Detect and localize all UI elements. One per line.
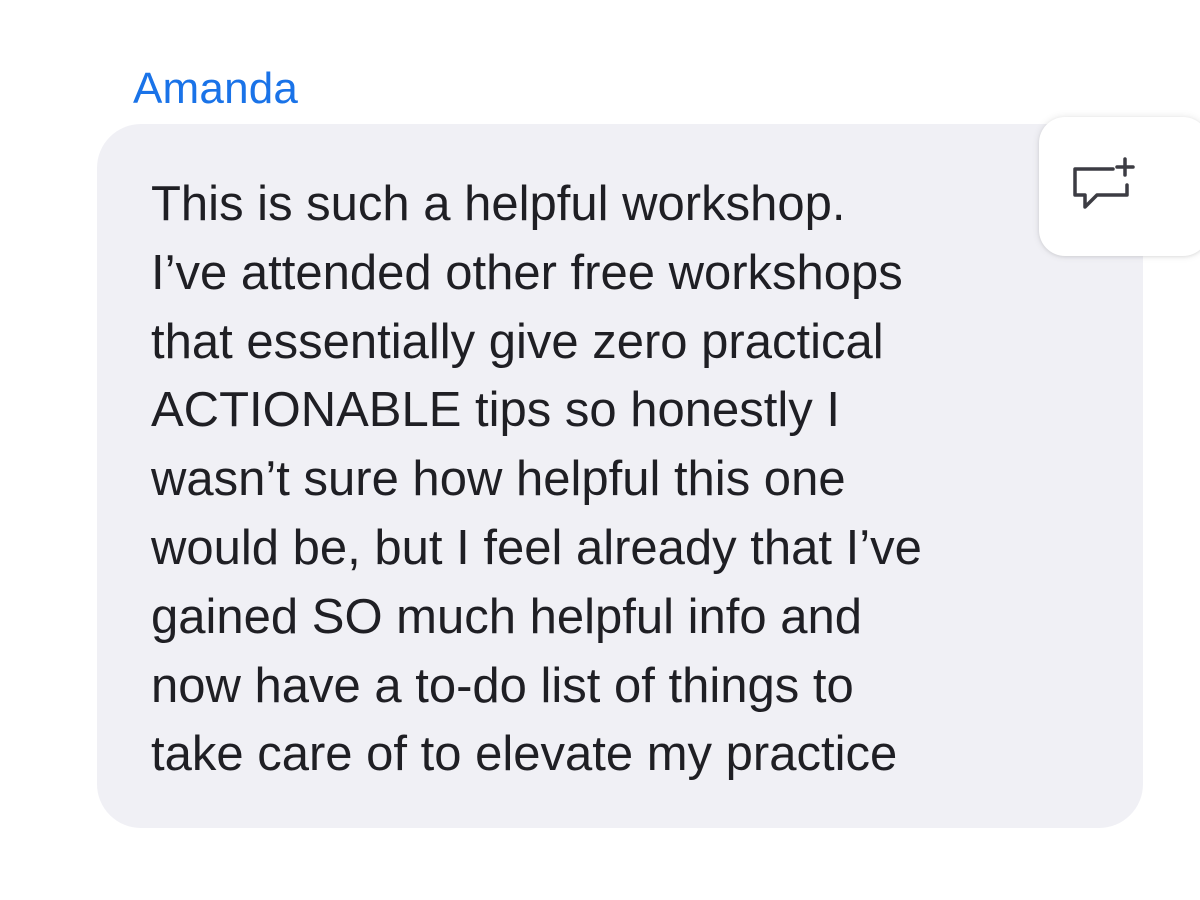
chat-panel: Amanda This is such a helpful workshop. …: [0, 0, 1200, 900]
reply-in-thread-button[interactable]: [1039, 117, 1200, 256]
comment-plus-icon: [1073, 157, 1135, 209]
sender-name: Amanda: [133, 64, 299, 113]
message-text: This is such a helpful workshop. I’ve at…: [151, 177, 922, 782]
